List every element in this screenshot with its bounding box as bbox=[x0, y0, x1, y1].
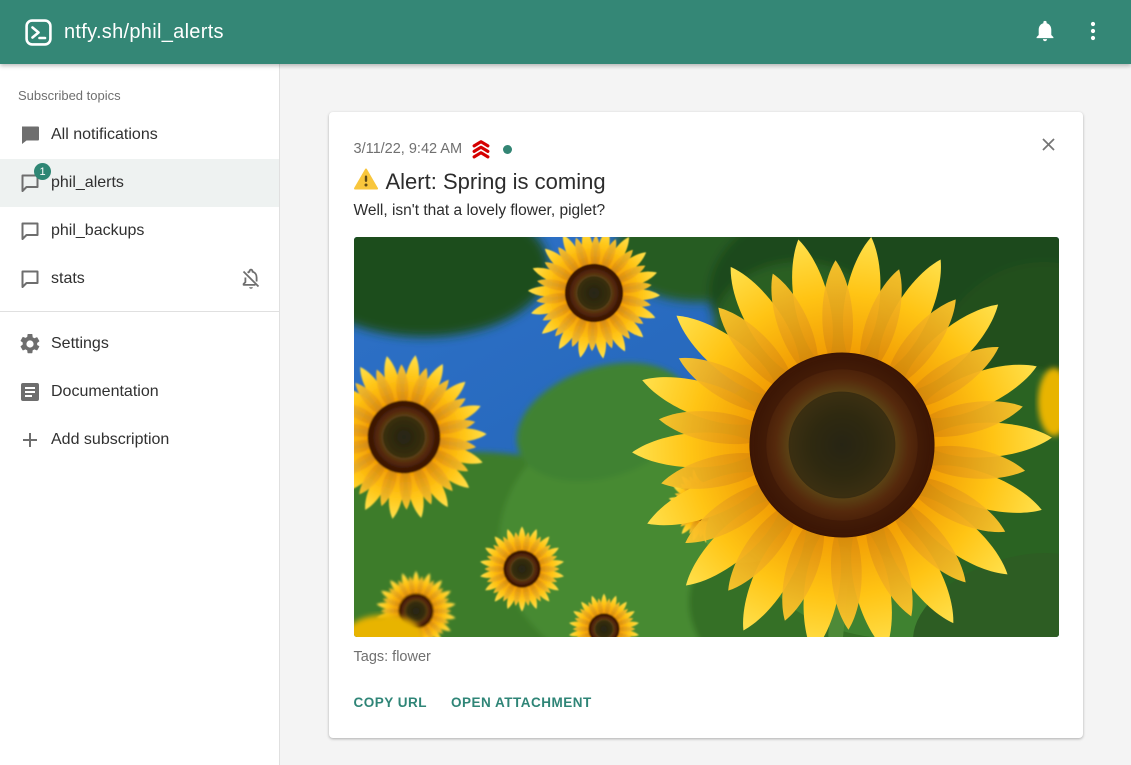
notification-meta: 3/11/22, 9:42 AM bbox=[354, 138, 1058, 160]
attachment-image-sunflowers[interactable] bbox=[354, 237, 1059, 637]
notifications-muted-icon bbox=[239, 267, 263, 291]
plus-icon bbox=[18, 428, 42, 452]
sidebar-divider bbox=[0, 311, 279, 312]
main-content: 3/11/22, 9:42 AM bbox=[280, 64, 1131, 765]
chat-outline-icon: 1 bbox=[18, 171, 42, 195]
copy-url-button[interactable]: COPY URL bbox=[346, 687, 436, 718]
app-bar: ntfy.sh/phil_alerts bbox=[0, 0, 1131, 64]
notifications-button[interactable] bbox=[1021, 8, 1069, 56]
sidebar-item-settings[interactable]: Settings bbox=[0, 320, 279, 368]
sidebar-item-add-subscription[interactable]: Add subscription bbox=[0, 416, 279, 464]
sidebar-item-label: Add subscription bbox=[51, 431, 263, 449]
kebab-menu-icon bbox=[1081, 19, 1105, 46]
overflow-menu-button[interactable] bbox=[1069, 8, 1117, 56]
page-title: ntfy.sh/phil_alerts bbox=[64, 21, 224, 44]
sidebar-item-phil-alerts[interactable]: 1 phil_alerts bbox=[0, 159, 279, 207]
notification-body: Well, isn't that a lovely flower, piglet… bbox=[354, 202, 1058, 220]
notification-tags: Tags: flower bbox=[354, 649, 1058, 665]
sidebar-item-label: Settings bbox=[51, 335, 263, 353]
bell-icon bbox=[1033, 19, 1057, 46]
timestamp: 3/11/22, 9:42 AM bbox=[354, 141, 463, 157]
notification-title-text: Alert: Spring is coming bbox=[386, 169, 606, 195]
sidebar-item-documentation[interactable]: Documentation bbox=[0, 368, 279, 416]
priority-max-chevrons-icon bbox=[470, 138, 492, 160]
terminal-icon bbox=[25, 19, 52, 46]
sidebar-item-all-notifications[interactable]: All notifications bbox=[0, 111, 279, 159]
chat-outline-icon bbox=[18, 219, 42, 243]
notification-title: Alert: Spring is coming bbox=[354, 168, 1058, 196]
sidebar-item-phil-backups[interactable]: phil_backups bbox=[0, 207, 279, 255]
sidebar: Subscribed topics All notifications 1 ph… bbox=[0, 64, 280, 765]
chat-filled-icon bbox=[18, 123, 42, 147]
unread-dot bbox=[503, 145, 512, 154]
notification-card: 3/11/22, 9:42 AM bbox=[329, 112, 1083, 738]
unread-count-badge: 1 bbox=[34, 163, 51, 180]
close-icon bbox=[1038, 134, 1059, 158]
sidebar-item-label: phil_alerts bbox=[51, 174, 263, 192]
gear-icon bbox=[18, 332, 42, 356]
sidebar-item-stats[interactable]: stats bbox=[0, 255, 279, 303]
article-icon bbox=[18, 380, 42, 404]
warning-emoji-icon bbox=[354, 168, 378, 196]
delete-notification-button[interactable] bbox=[1029, 126, 1069, 166]
notification-actions: COPY URL OPEN ATTACHMENT bbox=[346, 687, 1058, 718]
sidebar-item-label: phil_backups bbox=[51, 222, 263, 240]
sidebar-item-label: stats bbox=[51, 270, 231, 288]
chat-outline-icon bbox=[18, 267, 42, 291]
sidebar-item-label: All notifications bbox=[51, 126, 263, 144]
sidebar-item-label: Documentation bbox=[51, 383, 263, 401]
open-attachment-button[interactable]: OPEN ATTACHMENT bbox=[443, 687, 600, 718]
subscribed-topics-header: Subscribed topics bbox=[0, 72, 279, 111]
